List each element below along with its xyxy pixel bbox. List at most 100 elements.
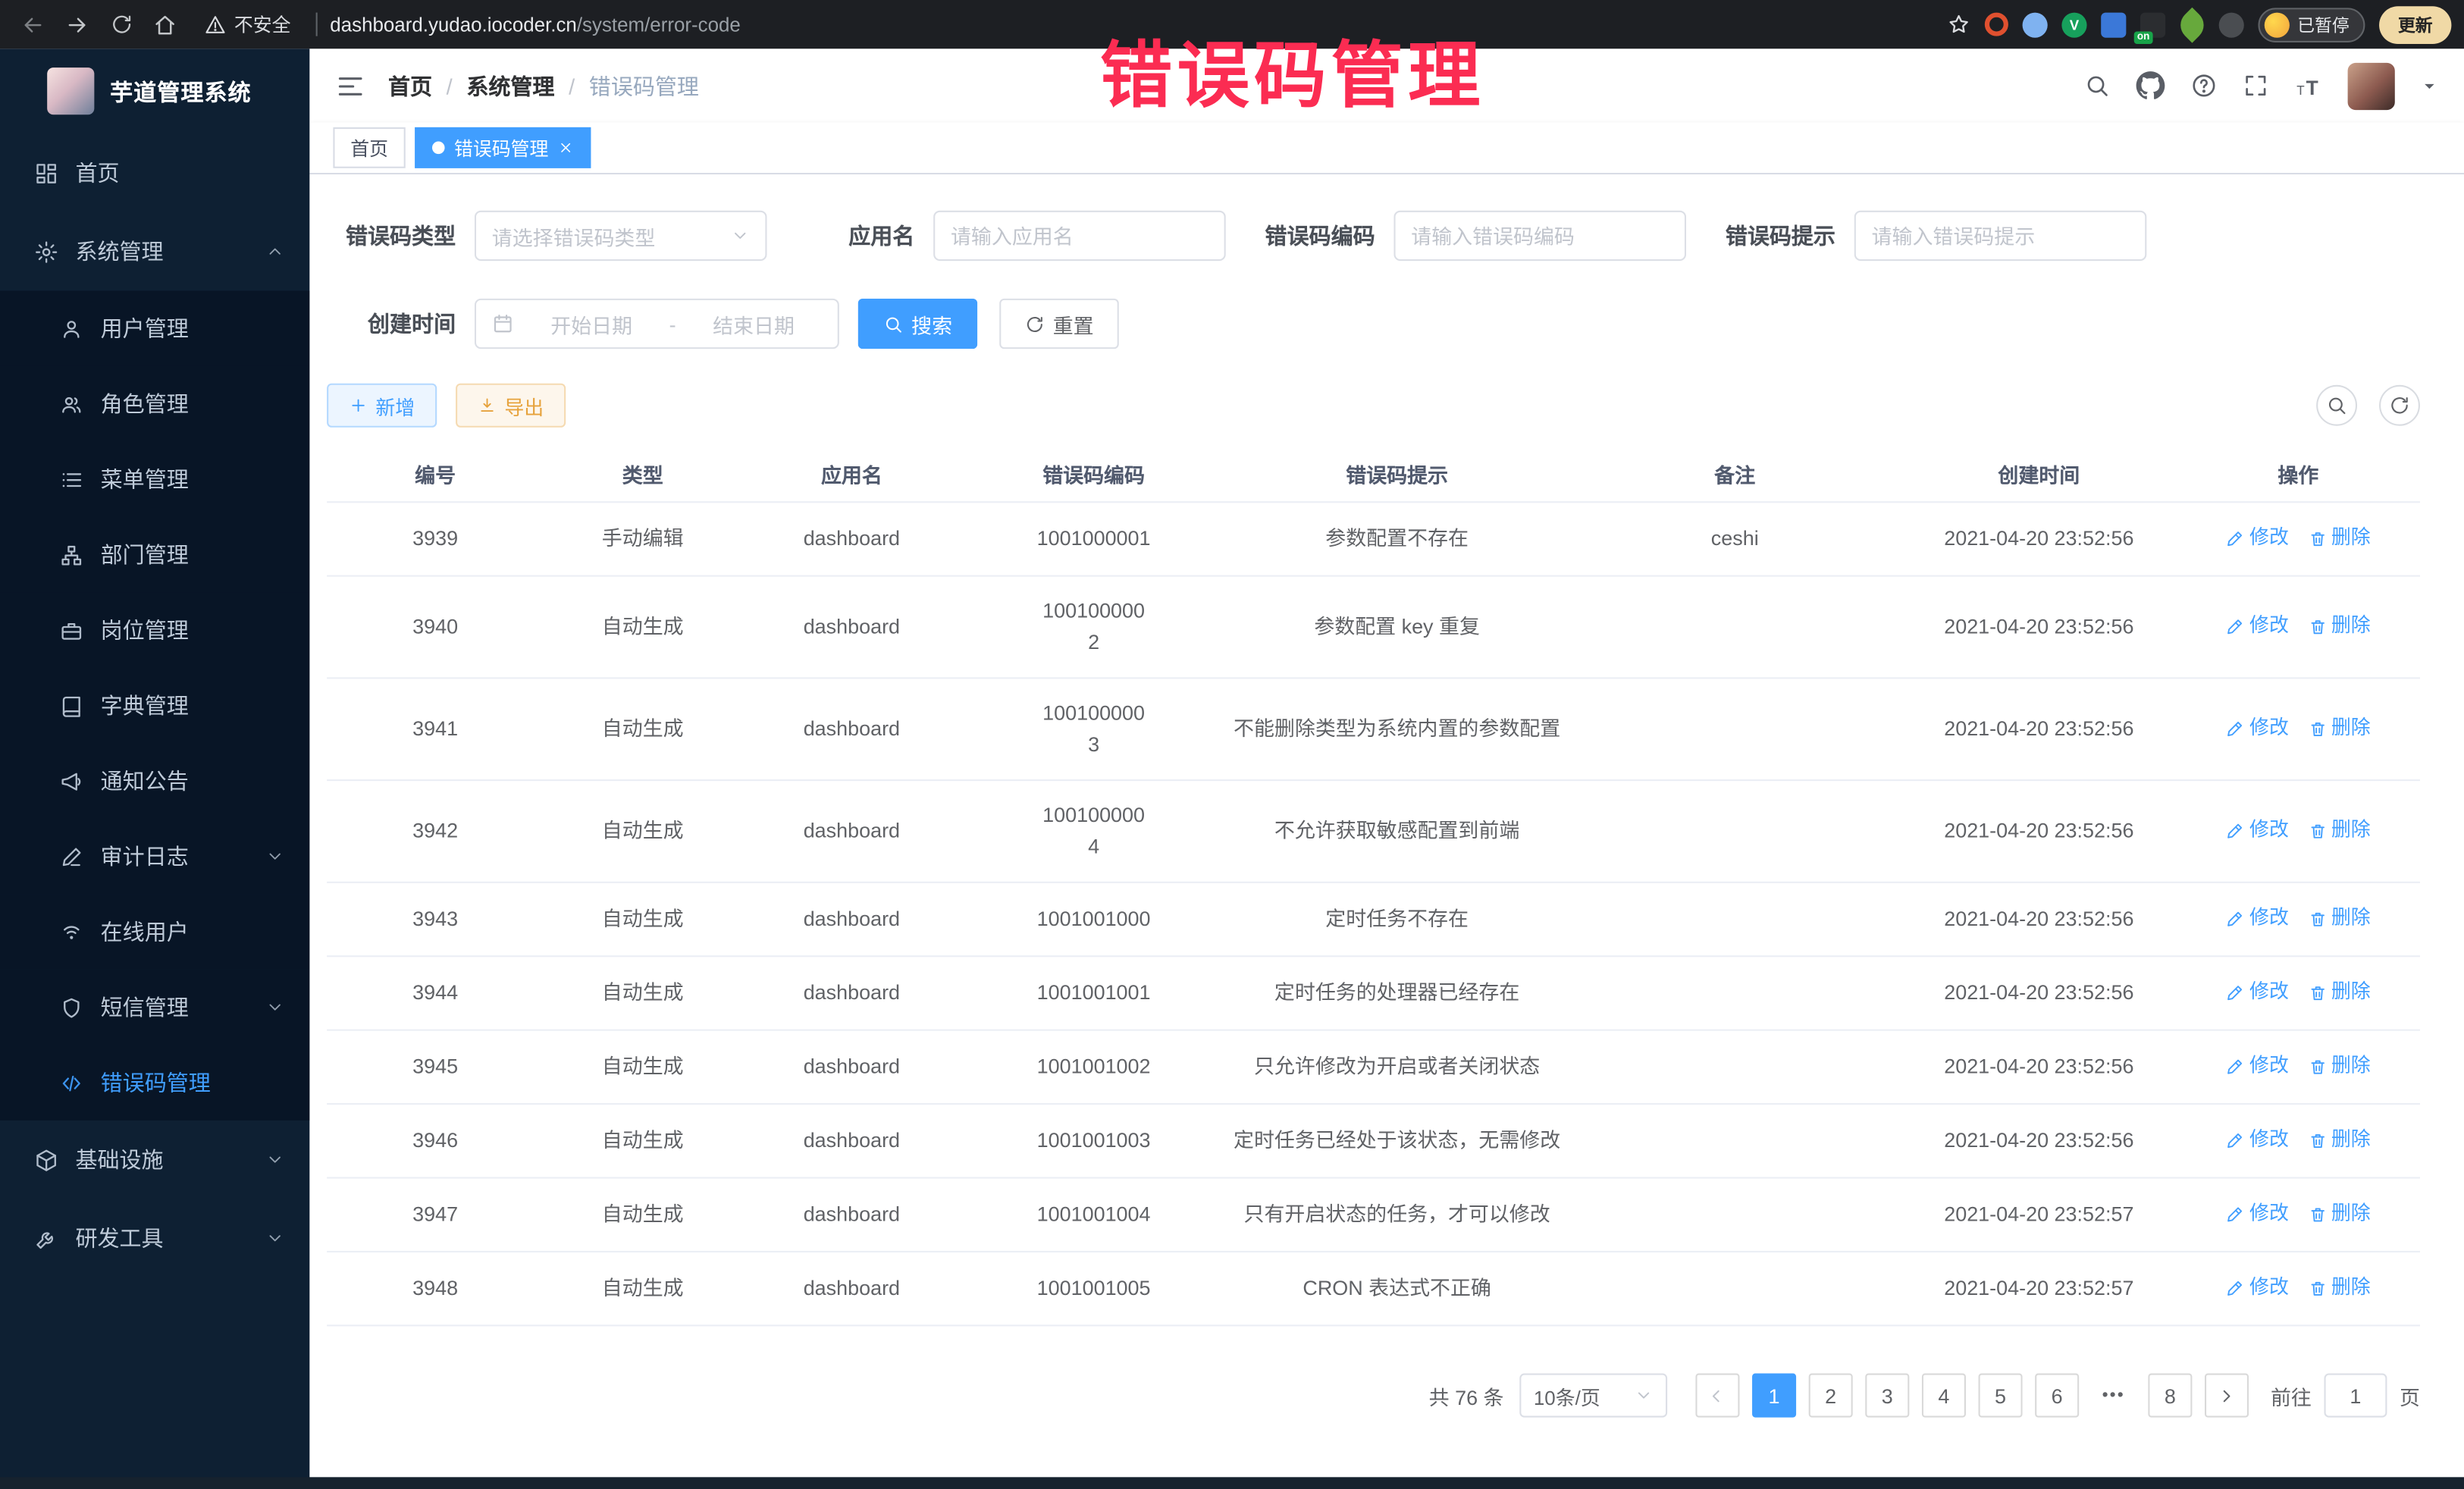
extension-icon[interactable]	[2101, 12, 2126, 37]
table-cell: ceshi	[1569, 523, 1901, 555]
table-cell: 3939	[327, 523, 544, 555]
sidebar-item-1[interactable]: 系统管理	[0, 212, 309, 291]
edit-link[interactable]: 修改	[2226, 612, 2289, 642]
edit-link[interactable]: 修改	[2226, 904, 2289, 934]
fullscreen-icon[interactable]	[2243, 72, 2269, 99]
sidebar-item-10[interactable]: 在线用户	[0, 894, 309, 969]
delete-link[interactable]: 删除	[2308, 978, 2371, 1008]
sidebar-item-3[interactable]: 角色管理	[0, 366, 309, 441]
delete-link[interactable]: 删除	[2308, 1274, 2371, 1304]
sidebar-item-7[interactable]: 字典管理	[0, 668, 309, 743]
reload-icon[interactable]	[101, 4, 142, 45]
page-button-4[interactable]: 4	[1922, 1374, 1966, 1418]
filter-input[interactable]	[1411, 212, 1669, 259]
page-button-1[interactable]: 1	[1752, 1374, 1796, 1418]
download-icon	[478, 396, 497, 415]
update-button[interactable]: 更新	[2379, 5, 2451, 43]
page-button-3[interactable]: 3	[1865, 1374, 1909, 1418]
filter-input[interactable]	[951, 212, 1208, 259]
sidebar-item-4[interactable]: 菜单管理	[0, 441, 309, 516]
extensions-menu-icon[interactable]	[2219, 12, 2244, 37]
next-page-button[interactable]	[2205, 1374, 2249, 1418]
tab-0[interactable]: 首页	[333, 127, 405, 168]
search-button[interactable]: 搜索	[858, 299, 978, 349]
active-dot	[432, 142, 445, 155]
delete-icon	[2308, 618, 2327, 637]
delete-link[interactable]: 删除	[2308, 612, 2371, 642]
delete-link[interactable]: 删除	[2308, 816, 2371, 846]
sidebar-item-12[interactable]: 错误码管理	[0, 1045, 309, 1120]
edit-link[interactable]: 修改	[2226, 1274, 2289, 1304]
delete-link[interactable]: 删除	[2308, 1199, 2371, 1230]
search-icon[interactable]	[2083, 72, 2110, 99]
breadcrumb-item[interactable]: 系统管理	[466, 70, 554, 101]
page-button-8[interactable]: 8	[2148, 1374, 2192, 1418]
sidebar-item-2[interactable]: 用户管理	[0, 290, 309, 365]
sidebar-item-5[interactable]: 部门管理	[0, 517, 309, 592]
page-size-select[interactable]: 10条/页	[1519, 1374, 1667, 1418]
screen: 不安全 dashboard.yudao.iocoder.cn/system/er…	[0, 0, 2464, 1489]
edit-link[interactable]: 修改	[2226, 1052, 2289, 1082]
sidebar-item-13[interactable]: 基础设施	[0, 1121, 309, 1199]
sidebar-item-11[interactable]: 短信管理	[0, 970, 309, 1045]
sidebar-item-14[interactable]: 研发工具	[0, 1199, 309, 1277]
forward-icon[interactable]	[57, 4, 98, 45]
security-chip[interactable]: 不安全	[204, 11, 290, 38]
delete-link[interactable]: 删除	[2308, 904, 2371, 934]
back-icon[interactable]	[13, 4, 54, 45]
delete-link[interactable]: 删除	[2308, 1052, 2371, 1082]
filter-select[interactable]: 请选择错误码类型	[475, 211, 767, 261]
profile-badge[interactable]: 已暂停	[2258, 7, 2365, 42]
edit-link[interactable]: 修改	[2226, 978, 2289, 1008]
export-button[interactable]: 导出	[456, 384, 566, 428]
goto-input[interactable]	[2324, 1374, 2387, 1418]
hamburger-icon[interactable]	[334, 70, 365, 101]
bookmark-star-icon[interactable]	[1947, 13, 1970, 36]
address-bar[interactable]: dashboard.yudao.iocoder.cn/system/error-…	[330, 14, 741, 36]
tab-1[interactable]: 错误码管理	[415, 127, 591, 168]
question-icon[interactable]	[2190, 72, 2217, 99]
edit-link[interactable]: 修改	[2226, 1126, 2289, 1156]
sidebar-item-9[interactable]: 审计日志	[0, 819, 309, 894]
add-button[interactable]: 新增	[327, 384, 437, 428]
filter-item: 错误码编码	[1226, 211, 1686, 261]
edit-link[interactable]: 修改	[2226, 524, 2289, 554]
avatar[interactable]	[2348, 62, 2395, 109]
page-button-2[interactable]: 2	[1809, 1374, 1853, 1418]
prev-page-button[interactable]	[1695, 1374, 1739, 1418]
sidebar-item-6[interactable]: 岗位管理	[0, 592, 309, 667]
extension-icon[interactable]: on	[2140, 12, 2165, 37]
github-icon[interactable]	[2136, 71, 2165, 100]
page-button-5[interactable]: 5	[1978, 1374, 2022, 1418]
filter-input[interactable]	[1872, 212, 2130, 259]
home-icon[interactable]	[145, 4, 186, 45]
sidebar-item-0[interactable]: 首页	[0, 133, 309, 212]
close-icon[interactable]	[558, 139, 574, 155]
edit-link[interactable]: 修改	[2226, 816, 2289, 846]
extension-icon[interactable]	[1985, 13, 2008, 36]
window-bottom-edge	[0, 1477, 2464, 1489]
delete-link[interactable]: 删除	[2308, 714, 2371, 744]
breadcrumb-item[interactable]: 首页	[388, 70, 432, 101]
edit-link[interactable]: 修改	[2226, 714, 2289, 744]
sidebar-logo[interactable]: 芋道管理系统	[0, 49, 309, 133]
reset-button[interactable]: 重置	[999, 299, 1119, 349]
column-header: 操作	[2177, 459, 2420, 488]
filter-label: 错误码编码	[1226, 220, 1394, 251]
page-button-6[interactable]: 6	[2035, 1374, 2079, 1418]
font-size-icon[interactable]: TT	[2294, 71, 2322, 99]
date-range-picker[interactable]: 开始日期 - 结束日期	[475, 299, 839, 349]
sidebar-item-8[interactable]: 通知公告	[0, 743, 309, 818]
table-cell: 3948	[327, 1273, 544, 1305]
extension-icon[interactable]	[2174, 7, 2210, 42]
delete-link[interactable]: 删除	[2308, 524, 2371, 554]
extension-icon[interactable]: V	[2061, 12, 2086, 37]
delete-icon	[2308, 984, 2327, 1003]
refresh-icon[interactable]	[2379, 385, 2420, 426]
caret-down-icon[interactable]	[2420, 77, 2439, 96]
extension-icon[interactable]	[2023, 12, 2048, 37]
table-cell: 1001001003	[961, 1125, 1225, 1157]
delete-link[interactable]: 删除	[2308, 1126, 2371, 1156]
edit-link[interactable]: 修改	[2226, 1199, 2289, 1230]
show-search-icon[interactable]	[2316, 385, 2357, 426]
